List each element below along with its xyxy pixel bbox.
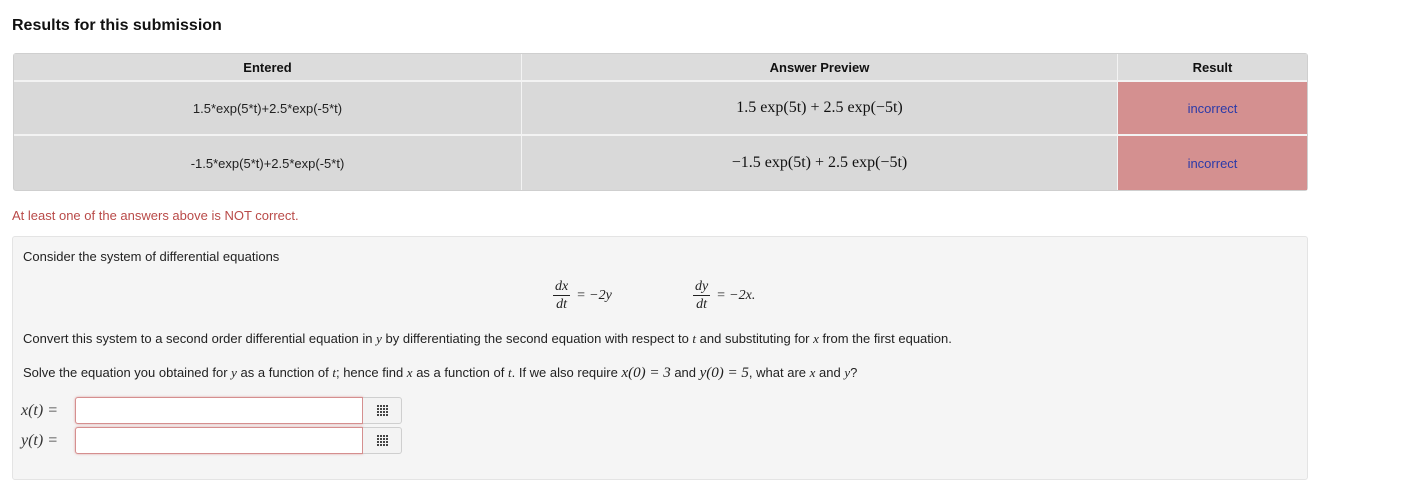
header-answer-preview: Answer Preview — [522, 54, 1117, 80]
preview-value: 1.5 exp(5t) + 2.5 exp(−5t) — [736, 99, 903, 116]
fraction-denominator: dt — [556, 297, 568, 312]
header-entered: Entered — [14, 54, 521, 80]
text: , what are — [748, 365, 810, 380]
table-row-2-entered: -1.5*exp(5*t)+2.5*exp(-5*t) — [14, 136, 521, 190]
math-condition: x(0) = 3 — [621, 365, 671, 381]
text: ? — [850, 365, 858, 380]
text: as a function of — [412, 365, 508, 380]
text: as a function of — [236, 365, 333, 380]
grid-icon — [376, 435, 388, 446]
equation-2: dy dt = −2x. — [693, 279, 755, 312]
page: Results for this submission Entered Answ… — [0, 0, 1412, 492]
answer-row-x: x(t) = — [21, 397, 402, 424]
text: Solve the equation you obtained for — [23, 365, 232, 380]
fraction-dx-dt: dx dt — [553, 279, 571, 312]
header-result: Result — [1118, 54, 1307, 80]
text: Convert this system to a second order di… — [23, 331, 377, 346]
answer-row-y: y(t) = — [21, 427, 402, 454]
equation-rhs: = −2y — [576, 287, 612, 303]
fraction-numerator: dy — [693, 279, 711, 296]
fraction-numerator: dx — [553, 279, 571, 296]
column-divider — [1117, 54, 1118, 190]
equation-editor-button-y[interactable] — [363, 427, 402, 454]
entered-value: -1.5*exp(5*t)+2.5*exp(-5*t) — [190, 155, 345, 171]
table-row-1-entered: 1.5*exp(5*t)+2.5*exp(-5*t) — [14, 82, 521, 134]
text: and — [815, 365, 845, 380]
results-table: Entered Answer Preview Result 1.5*exp(5*… — [13, 53, 1308, 191]
table-row-2-preview: −1.5 exp(5t) + 2.5 exp(−5t) — [522, 136, 1117, 190]
text: by differentiating the second equation w… — [381, 331, 693, 346]
instruction-solve: Solve the equation you obtained for y as… — [23, 365, 857, 382]
instruction-convert: Convert this system to a second order di… — [23, 331, 952, 347]
answer-label-x: x(t) = — [21, 401, 58, 419]
problem-intro: Consider the system of differential equa… — [23, 249, 280, 264]
text: ; hence find — [335, 365, 407, 380]
text: and substituting for — [696, 331, 814, 346]
answer-input-y[interactable] — [75, 427, 363, 454]
equation-1: dx dt = −2y — [553, 279, 612, 312]
fraction-dy-dt: dy dt — [693, 279, 711, 312]
equation-editor-button-x[interactable] — [363, 397, 402, 424]
text: . If we also require — [511, 365, 622, 380]
row-divider — [14, 80, 1307, 82]
math-condition: y(0) = 5 — [699, 365, 749, 381]
result-status: incorrect — [1187, 155, 1238, 171]
table-row-2-result: incorrect — [1118, 136, 1307, 190]
result-status: incorrect — [1187, 100, 1238, 116]
fraction-denominator: dt — [696, 297, 708, 312]
answer-label-y: y(t) = — [21, 431, 58, 449]
text: from the first equation. — [818, 331, 952, 346]
preview-value: −1.5 exp(5t) + 2.5 exp(−5t) — [731, 154, 908, 171]
row-divider — [14, 134, 1307, 136]
answer-input-x[interactable] — [75, 397, 363, 424]
warning-message: At least one of the answers above is NOT… — [12, 208, 299, 223]
table-row-1-result: incorrect — [1118, 82, 1307, 134]
entered-value: 1.5*exp(5*t)+2.5*exp(-5*t) — [192, 100, 343, 116]
grid-icon — [376, 405, 388, 416]
problem-panel: Consider the system of differential equa… — [12, 236, 1308, 480]
equation-rhs: = −2x. — [716, 287, 756, 303]
text: and — [670, 365, 700, 380]
page-title: Results for this submission — [12, 17, 222, 34]
column-divider — [521, 54, 522, 190]
table-row-1-preview: 1.5 exp(5t) + 2.5 exp(−5t) — [522, 82, 1117, 134]
